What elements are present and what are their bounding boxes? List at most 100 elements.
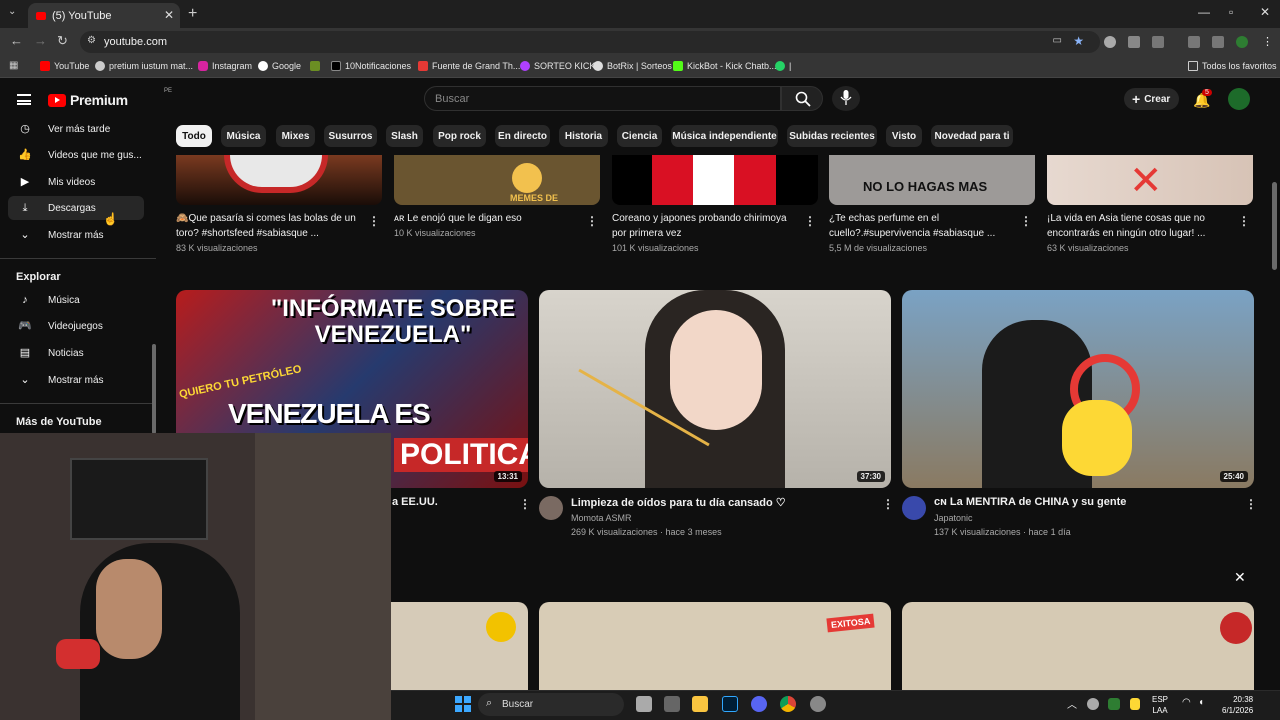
- account-avatar[interactable]: [1228, 88, 1250, 110]
- more-options-icon[interactable]: ⋮: [1238, 214, 1250, 228]
- more-options-icon[interactable]: ⋮: [519, 497, 531, 511]
- chip-slash[interactable]: Slash: [386, 125, 423, 147]
- short-thumbnail[interactable]: [612, 155, 818, 205]
- voice-search-button[interactable]: [832, 86, 860, 111]
- chip-music[interactable]: Música: [221, 125, 266, 147]
- sidebar-item-music[interactable]: ♪ Música: [8, 288, 144, 312]
- more-options-icon[interactable]: ⋮: [368, 214, 380, 228]
- chip-recently-uploaded[interactable]: Subidas recientes: [787, 125, 877, 147]
- browser-menu-icon[interactable]: ⋮: [1262, 35, 1273, 48]
- video-thumbnail[interactable]: 37:30: [539, 290, 891, 488]
- chrome-icon[interactable]: [780, 696, 796, 712]
- apps-grid-icon[interactable]: ▦: [9, 60, 18, 71]
- sidebar-item-downloads[interactable]: ⤓ Descargas: [8, 196, 144, 220]
- channel-avatar[interactable]: [902, 496, 926, 520]
- restore-icon[interactable]: ▫: [1229, 5, 1233, 19]
- short-thumbnail[interactable]: [176, 155, 382, 205]
- video-title[interactable]: Limpieza de oídos para tu día cansado ♡: [571, 496, 786, 509]
- all-favorites-folder[interactable]: Todos los favoritos: [1188, 61, 1277, 71]
- browser-tab-youtube[interactable]: (5) YouTube ✕: [28, 3, 180, 28]
- chip-mixes[interactable]: Mixes: [276, 125, 315, 147]
- bookmark-whatsapp[interactable]: |: [775, 61, 791, 71]
- more-options-icon[interactable]: ⋮: [1245, 497, 1257, 511]
- search-input[interactable]: Buscar: [424, 86, 781, 111]
- chip-science[interactable]: Ciencia: [617, 125, 662, 147]
- sidebar-item-my-videos[interactable]: ▶ Mis videos: [8, 170, 144, 194]
- extensions-puzzle-icon[interactable]: [1152, 36, 1164, 48]
- short-title[interactable]: ¿Te echas perfume en el cuello?.#supervi…: [829, 211, 1009, 241]
- photoshop-icon[interactable]: [722, 696, 738, 712]
- bookmark-extension[interactable]: [310, 61, 324, 71]
- create-button[interactable]: + Crear: [1124, 88, 1179, 110]
- tray-icon[interactable]: [1130, 698, 1140, 710]
- chip-history[interactable]: Historia: [559, 125, 608, 147]
- short-title[interactable]: ¡La vida en Asia tiene cosas que no enco…: [1047, 211, 1227, 241]
- bookmark-pretium[interactable]: pretium iustum mat...: [95, 61, 193, 71]
- chip-whispers[interactable]: Susurros: [324, 125, 377, 147]
- input-language-indicator[interactable]: ESP LAA: [1152, 694, 1168, 716]
- video-thumbnail[interactable]: EXITOSA: [539, 602, 891, 690]
- new-tab-icon[interactable]: +: [188, 5, 197, 23]
- bookmark-instagram[interactable]: Instagram: [198, 61, 252, 71]
- forward-icon[interactable]: →: [34, 33, 47, 48]
- channel-name[interactable]: Momota ASMR: [571, 513, 632, 523]
- sidebar-item-liked-videos[interactable]: 👍 Videos que me gus...: [8, 143, 144, 167]
- sidebar-item-show-more-explore[interactable]: ⌄ Mostrar más: [8, 368, 144, 392]
- close-section-icon[interactable]: ✕: [1234, 569, 1246, 586]
- search-button[interactable]: [781, 86, 823, 111]
- bookmark-sorteo-kick[interactable]: SORTEO KICK: [520, 61, 595, 71]
- chip-all[interactable]: Todo: [176, 125, 212, 147]
- bookmark-grand-theft[interactable]: Fuente de Grand Th...: [418, 61, 520, 71]
- profile-avatar[interactable]: [1236, 36, 1248, 48]
- bookmark-botrix[interactable]: BotRix | Sorteos: [593, 61, 672, 71]
- media-icon[interactable]: [1212, 36, 1224, 48]
- bookmark-google[interactable]: Google: [258, 61, 301, 71]
- bookmark-kickbot[interactable]: KickBot - Kick Chatb...: [673, 61, 777, 71]
- short-title[interactable]: Coreano y japones probando chirimoya por…: [612, 211, 792, 241]
- sidebar-scrollbar[interactable]: [152, 344, 156, 434]
- youtube-premium-logo[interactable]: Premium PE: [48, 88, 172, 108]
- app-icon[interactable]: [664, 696, 680, 712]
- back-icon[interactable]: ←: [10, 33, 23, 48]
- video-thumbnail[interactable]: 25:40: [902, 290, 1254, 488]
- chip-watched[interactable]: Visto: [886, 125, 922, 147]
- extension-icon[interactable]: [1104, 36, 1116, 48]
- app-icon[interactable]: [810, 696, 826, 712]
- bookmark-10notificaciones[interactable]: 10Notificaciones: [331, 61, 411, 71]
- video-title[interactable]: a EE.UU.: [392, 496, 438, 508]
- sidebar-item-show-more[interactable]: ⌄ Mostrar más: [8, 223, 144, 247]
- video-title[interactable]: ᴄɴ La MENTIRA de CHINA y su gente: [934, 496, 1126, 508]
- cast-icon[interactable]: ▭: [1053, 35, 1062, 46]
- taskbar-search-input[interactable]: ⌕ Buscar: [478, 693, 624, 716]
- wifi-icon[interactable]: ◠: [1182, 697, 1191, 708]
- windows-start-icon[interactable]: [455, 696, 471, 712]
- extension-icon[interactable]: [1128, 36, 1140, 48]
- more-options-icon[interactable]: ⋮: [804, 214, 816, 228]
- site-info-icon[interactable]: ⚙: [87, 35, 96, 46]
- chip-live[interactable]: En directo: [495, 125, 550, 147]
- short-title[interactable]: ᴀʀ Le enojó que le digan eso: [394, 211, 574, 226]
- tray-icon[interactable]: [1087, 698, 1099, 710]
- reload-icon[interactable]: ↻: [57, 33, 68, 49]
- more-options-icon[interactable]: ⋮: [882, 497, 894, 511]
- short-thumbnail[interactable]: NO LO HAGAS MAS: [829, 155, 1035, 205]
- show-hidden-icons-icon[interactable]: ︿: [1067, 696, 1077, 711]
- bookmark-youtube[interactable]: YouTube: [40, 61, 89, 71]
- close-tab-icon[interactable]: ✕: [164, 8, 174, 22]
- sidebar-item-news[interactable]: ▤ Noticias: [8, 341, 144, 365]
- sidebar-item-gaming[interactable]: 🎮 Videojuegos: [8, 314, 144, 338]
- tray-icon[interactable]: [1108, 698, 1120, 710]
- short-thumbnail[interactable]: MEMES DE: [394, 155, 600, 205]
- minimize-icon[interactable]: —: [1198, 5, 1210, 19]
- short-thumbnail[interactable]: ✕: [1047, 155, 1253, 205]
- more-options-icon[interactable]: ⋮: [1020, 214, 1032, 228]
- more-options-icon[interactable]: ⋮: [586, 214, 598, 228]
- short-title[interactable]: 🙈Que pasaría si comes las bolas de un to…: [176, 211, 356, 241]
- channel-name[interactable]: Japatonic: [934, 513, 973, 523]
- sidebar-item-watch-later[interactable]: ◷ Ver más tarde: [8, 117, 144, 141]
- channel-avatar[interactable]: [539, 496, 563, 520]
- address-bar[interactable]: ⚙ youtube.com ★ ▭: [80, 31, 1100, 53]
- chip-pop-rock[interactable]: Pop rock: [433, 125, 486, 147]
- discord-icon[interactable]: [751, 696, 767, 712]
- volume-icon[interactable]: ◖: [1198, 697, 1204, 708]
